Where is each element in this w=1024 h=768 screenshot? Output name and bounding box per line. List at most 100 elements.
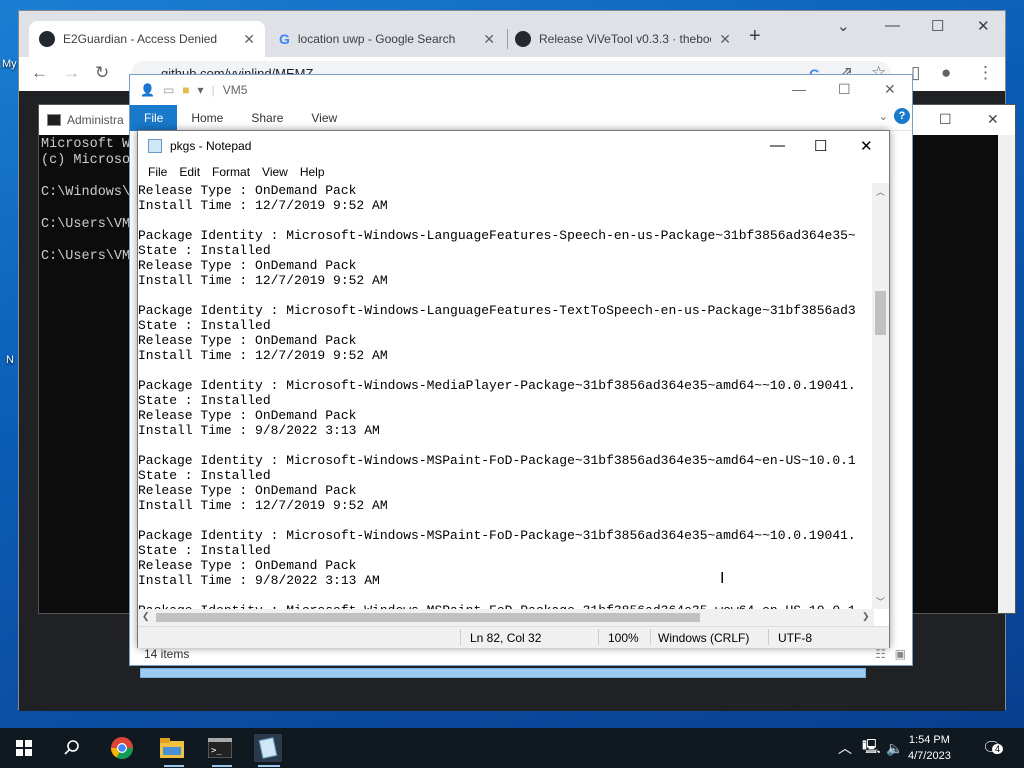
start-button[interactable] xyxy=(10,734,38,762)
back-button[interactable]: ← xyxy=(31,63,48,83)
notepad-text-line: State : Installed xyxy=(138,543,271,558)
vertical-scrollbar[interactable]: ︿ ﹀ xyxy=(872,183,889,609)
status-separator xyxy=(768,629,769,645)
tab-search-icon[interactable]: ⌄ xyxy=(837,17,850,35)
cmd-title: Administra xyxy=(67,113,124,127)
desktop-icon-label-n[interactable]: N xyxy=(6,354,14,366)
notepad-text-line: Install Time : 12/7/2019 9:52 AM xyxy=(138,198,388,213)
cmd-text-line: Microsoft Wi xyxy=(41,137,139,152)
maximize-button[interactable]: ☐ xyxy=(931,17,944,35)
cmd-output[interactable]: Microsoft Wi (c) Microso C:\Windows\s C:\… xyxy=(39,137,138,265)
notepad-text-line: Release Type : OnDemand Pack xyxy=(138,408,357,423)
tab-vivetool-release[interactable]: Release ViVeTool v0.3.3 · theboo ✕ xyxy=(505,21,741,57)
quick-access-properties-icon[interactable]: ▭ xyxy=(163,83,174,97)
horizontal-scrollbar[interactable]: ❮ ❯ xyxy=(138,609,874,626)
volume-icon[interactable]: 🔈 xyxy=(886,728,903,768)
system-clock[interactable]: 1:54 PM 4/7/2023 xyxy=(908,732,951,764)
action-center-button[interactable]: 🗨 4 xyxy=(982,738,1004,758)
line-ending: Windows (CRLF) xyxy=(658,631,750,645)
ribbon-tab-view[interactable]: View xyxy=(297,105,351,131)
tab-e2guardian[interactable]: E2Guardian - Access Denied ✕ xyxy=(29,21,265,57)
notepad-text-line: Install Time : 12/7/2019 9:52 AM xyxy=(138,498,388,513)
tab-strip: E2Guardian - Access Denied ✕ G location … xyxy=(19,11,1005,57)
running-indicator xyxy=(258,765,280,767)
ribbon-tab-file[interactable]: File xyxy=(130,104,178,131)
help-icon[interactable]: ? xyxy=(894,108,910,124)
scroll-down-arrow-icon[interactable]: ﹀ xyxy=(876,595,885,608)
desktop-icon-label-my[interactable]: My xyxy=(2,58,17,70)
close-tab-icon[interactable]: ✕ xyxy=(483,31,495,48)
notepad-text-line: Install Time : 12/7/2019 9:52 AM xyxy=(138,273,388,288)
scroll-right-arrow-icon[interactable]: ❯ xyxy=(862,611,870,622)
vertical-scroll-thumb[interactable] xyxy=(875,291,886,335)
cmd-taskbar-icon[interactable]: >_ xyxy=(206,734,234,762)
scroll-up-arrow-icon[interactable]: ︿ xyxy=(876,185,885,198)
notepad-minimize-button[interactable]: — xyxy=(770,137,785,154)
menu-kebab-icon[interactable]: ⋮ xyxy=(977,63,994,83)
notepad-text-line: Release Type : OnDemand Pack xyxy=(138,558,357,573)
text-cursor-icon: I xyxy=(720,570,725,587)
title-separator: | xyxy=(211,83,215,97)
menu-edit[interactable]: Edit xyxy=(173,165,206,179)
cmd-maximize-button[interactable]: ☐ xyxy=(939,111,952,128)
menu-view[interactable]: View xyxy=(256,165,294,179)
reload-button[interactable]: ↻ xyxy=(95,63,109,83)
cmd-text-line: C:\Users\VM5 xyxy=(41,217,139,232)
cmd-text-line xyxy=(41,233,138,249)
customize-toolbar-icon[interactable]: ▾ xyxy=(198,83,204,97)
notepad-text-line xyxy=(138,363,874,378)
google-icon: G xyxy=(279,31,290,47)
status-separator xyxy=(598,629,599,645)
svg-text:>_: >_ xyxy=(211,746,222,756)
minimize-button[interactable]: — xyxy=(885,17,900,34)
cmd-text-line xyxy=(41,169,138,185)
cmd-scrollbar[interactable] xyxy=(998,135,1015,613)
clock-time: 1:54 PM xyxy=(908,734,950,746)
explorer-minimize-button[interactable]: — xyxy=(792,81,806,97)
notepad-text-area[interactable]: Release Type : OnDemand Pack Install Time… xyxy=(138,183,874,609)
notepad-text-line xyxy=(138,513,874,528)
menu-help[interactable]: Help xyxy=(294,165,331,179)
notepad-text-line: Release Type : OnDemand Pack xyxy=(138,333,357,348)
new-folder-icon[interactable]: ■ xyxy=(182,83,189,97)
menu-format[interactable]: Format xyxy=(206,165,256,179)
network-icon[interactable]: 🖳 xyxy=(862,728,881,768)
new-tab-button[interactable]: + xyxy=(749,25,761,48)
windows-logo-icon xyxy=(16,740,32,756)
forward-button[interactable]: → xyxy=(63,63,80,83)
close-window-button[interactable]: ✕ xyxy=(977,17,990,35)
file-explorer-taskbar-icon[interactable] xyxy=(158,734,186,762)
encoding: UTF-8 xyxy=(778,631,812,645)
cmd-text-line xyxy=(41,201,138,217)
notepad-close-button[interactable]: ✕ xyxy=(860,137,873,155)
notepad-text-line: State : Installed xyxy=(138,318,271,333)
cmd-close-button[interactable]: ✕ xyxy=(987,111,999,128)
show-hidden-icons-icon[interactable]: ︿ xyxy=(838,728,852,768)
notepad-text-line xyxy=(138,588,874,603)
explorer-close-button[interactable]: ✕ xyxy=(884,81,896,98)
item-count: 14 items xyxy=(144,647,190,661)
tab-google-search[interactable]: G location uwp - Google Search ✕ xyxy=(269,21,505,57)
close-tab-icon[interactable]: ✕ xyxy=(243,31,255,48)
large-icons-view-icon[interactable]: ▣ xyxy=(895,643,906,665)
notepad-text-line: Package Identity : Microsoft-Windows-MSP… xyxy=(138,453,856,468)
notepad-taskbar-icon[interactable] xyxy=(254,734,282,762)
running-indicator xyxy=(164,765,184,767)
notepad-status-bar: Ln 82, Col 32 100% Windows (CRLF) UTF-8 xyxy=(138,626,889,648)
close-tab-icon[interactable]: ✕ xyxy=(719,31,731,48)
notepad-maximize-button[interactable]: ☐ xyxy=(814,137,827,155)
search-icon[interactable] xyxy=(58,734,86,762)
expand-ribbon-icon[interactable]: ⌄ xyxy=(879,110,888,123)
ribbon-tab-home[interactable]: Home xyxy=(177,105,237,131)
chrome-taskbar-icon[interactable] xyxy=(108,734,136,762)
menu-file[interactable]: File xyxy=(142,165,173,179)
profile-avatar-icon[interactable]: ● xyxy=(941,63,951,83)
scroll-left-arrow-icon[interactable]: ❮ xyxy=(142,611,150,622)
notepad-text-line: Package Identity : Microsoft-Windows-MSP… xyxy=(138,528,856,543)
explorer-maximize-button[interactable]: ☐ xyxy=(838,81,851,98)
explorer-title: VM5 xyxy=(222,83,248,97)
ribbon-tab-share[interactable]: Share xyxy=(237,105,297,131)
notepad-text-line: Release Type : OnDemand Pack xyxy=(138,483,357,498)
horizontal-scroll-thumb[interactable] xyxy=(156,613,700,622)
notepad-text-line xyxy=(138,438,874,453)
